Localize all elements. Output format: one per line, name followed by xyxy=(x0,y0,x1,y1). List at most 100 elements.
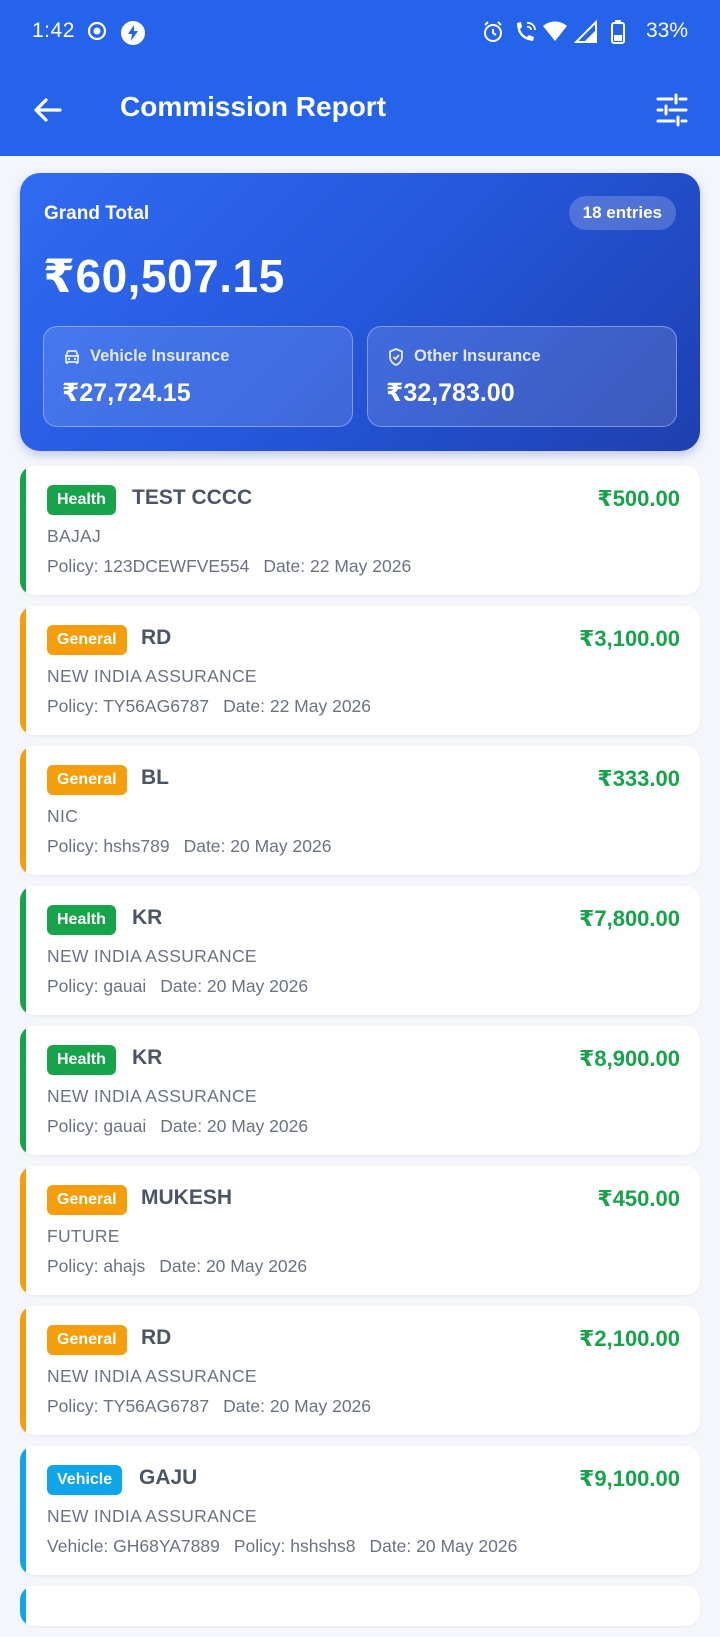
category-tag: General xyxy=(47,1185,127,1215)
customer-name: KR xyxy=(132,906,163,929)
commission-list: Health TEST CCCC ₹500.00 BAJAJ Policy: 1… xyxy=(20,466,700,1637)
vehicle-insurance-label: Vehicle Insurance xyxy=(90,347,230,365)
commission-amount: ₹500.00 xyxy=(597,486,680,511)
battery-icon xyxy=(611,20,625,50)
vehicle-number: Vehicle: GH68YA7889 xyxy=(47,1536,220,1556)
list-item[interactable]: General MUKESH ₹450.00 FUTURE Policy: ah… xyxy=(20,1166,700,1295)
customer-name: TEST CCCC xyxy=(132,486,253,509)
other-insurance-label: Other Insurance xyxy=(414,347,541,365)
list-item[interactable]: General RD ₹3,100.00 NEW INDIA ASSURANCE… xyxy=(20,606,700,735)
entries-count-badge: 18 entries xyxy=(568,196,676,230)
category-tag: General xyxy=(47,625,127,655)
entry-details: Policy: hshs789 Date: 20 May 2026 xyxy=(47,836,345,857)
category-tag: Vehicle xyxy=(47,1465,123,1495)
sync-icon xyxy=(86,20,108,48)
category-tag: General xyxy=(47,765,127,795)
entry-date: Date: 20 May 2026 xyxy=(223,1396,372,1416)
app-bar: 1:42 33% Commission Report xyxy=(0,0,720,156)
policy-number: Policy: ahajs xyxy=(47,1256,146,1276)
category-bar xyxy=(20,1446,26,1575)
tune-icon xyxy=(656,93,688,127)
category-tag: Health xyxy=(47,485,116,515)
customer-name: KR xyxy=(132,1046,163,1069)
category-tag: General xyxy=(47,1325,127,1355)
flash-icon xyxy=(120,20,146,52)
policy-number: Policy: 123DCEWFVE554 xyxy=(47,556,250,576)
category-bar xyxy=(20,746,26,875)
commission-amount: ₹3,100.00 xyxy=(579,626,680,651)
policy-number: Policy: hshs789 xyxy=(47,836,170,856)
commission-amount: ₹7,800.00 xyxy=(579,906,680,931)
policy-number: Policy: TY56AG6787 xyxy=(47,1396,210,1416)
wifi-call-icon xyxy=(512,20,538,50)
entry-date: Date: 20 May 2026 xyxy=(183,836,332,856)
entry-details: Policy: TY56AG6787 Date: 20 May 2026 xyxy=(47,1396,385,1417)
policy-number: Policy: gauai xyxy=(47,1116,147,1136)
entry-date: Date: 20 May 2026 xyxy=(160,1116,309,1136)
filter-button[interactable] xyxy=(654,92,690,128)
commission-amount: ₹333.00 xyxy=(597,766,680,791)
entry-details: Policy: gauai Date: 20 May 2026 xyxy=(47,976,322,997)
policy-number: Policy: hshshs8 xyxy=(233,1536,356,1556)
signal-icon xyxy=(573,19,598,50)
list-item[interactable]: Health KR ₹7,800.00 NEW INDIA ASSURANCE … xyxy=(20,886,700,1015)
status-time: 1:42 xyxy=(32,19,75,42)
customer-name: MUKESH xyxy=(141,1186,233,1209)
back-button[interactable] xyxy=(30,92,66,128)
commission-amount: ₹450.00 xyxy=(597,1186,680,1211)
grand-total-amount: ₹60,507.15 xyxy=(43,250,285,302)
entry-details: Policy: 123DCEWFVE554 Date: 22 May 2026 xyxy=(47,556,425,577)
list-item[interactable]: Health KR ₹8,900.00 NEW INDIA ASSURANCE … xyxy=(20,1026,700,1155)
vehicle-insurance-value: ₹27,724.15 xyxy=(62,379,191,407)
alarm-icon xyxy=(481,20,505,50)
entry-date: Date: 20 May 2026 xyxy=(369,1536,518,1556)
category-bar xyxy=(20,1166,26,1295)
page-title: Commission Report xyxy=(120,91,387,122)
entry-details: Policy: TY56AG6787 Date: 22 May 2026 xyxy=(47,696,385,717)
commission-amount: ₹2,100.00 xyxy=(579,1326,680,1351)
category-bar xyxy=(20,1026,26,1155)
insurer-name: FUTURE xyxy=(47,1226,120,1246)
battery-percent: 33% xyxy=(645,19,688,42)
wifi-icon xyxy=(542,20,568,48)
category-bar xyxy=(20,606,26,735)
customer-name: GAJU xyxy=(139,1466,198,1489)
category-tag: Health xyxy=(47,905,116,935)
commission-amount: ₹9,100.00 xyxy=(579,1466,680,1491)
arrow-left-icon xyxy=(34,98,62,122)
category-bar xyxy=(20,886,26,1015)
entry-details: Vehicle: GH68YA7889 Policy: hshshs8 Date: … xyxy=(47,1536,531,1557)
list-item[interactable]: Health TEST CCCC ₹500.00 BAJAJ Policy: 1… xyxy=(20,466,700,595)
entry-details: Policy: gauai Date: 20 May 2026 xyxy=(47,1116,322,1137)
entry-date: Date: 20 May 2026 xyxy=(159,1256,308,1276)
category-bar xyxy=(20,466,26,595)
commission-amount: ₹8,900.00 xyxy=(579,1046,680,1071)
category-bar xyxy=(20,1306,26,1435)
insurer-name: NEW INDIA ASSURANCE xyxy=(47,946,257,966)
policy-number: Policy: TY56AG6787 xyxy=(47,696,210,716)
customer-name: RD xyxy=(141,626,172,649)
entry-date: Date: 20 May 2026 xyxy=(160,976,309,996)
insurer-name: NEW INDIA ASSURANCE xyxy=(47,1086,257,1106)
policy-number: Policy: gauai xyxy=(47,976,147,996)
insurer-name: NIC xyxy=(47,806,79,826)
car-icon xyxy=(62,347,82,367)
customer-name: BL xyxy=(141,766,169,789)
shield-icon xyxy=(386,347,406,367)
entry-details: Policy: ahajs Date: 20 May 2026 xyxy=(47,1256,321,1277)
vehicle-insurance-card: Vehicle Insurance ₹27,724.15 xyxy=(43,326,353,427)
entry-date: Date: 22 May 2026 xyxy=(263,556,412,576)
grand-total-card: Grand Total 18 entries ₹60,507.15 Vehicl… xyxy=(20,173,700,451)
insurer-name: NEW INDIA ASSURANCE xyxy=(47,1506,257,1526)
grand-total-label: Grand Total xyxy=(44,203,150,224)
list-item[interactable]: Vehicle GAJU ₹9,100.00 NEW INDIA ASSURAN… xyxy=(20,1446,700,1575)
other-insurance-card: Other Insurance ₹32,783.00 xyxy=(367,326,677,427)
entry-date: Date: 22 May 2026 xyxy=(223,696,372,716)
insurer-name: BAJAJ xyxy=(47,526,102,546)
list-item[interactable] xyxy=(20,1586,700,1626)
insurer-name: NEW INDIA ASSURANCE xyxy=(47,666,257,686)
list-item[interactable]: General BL ₹333.00 NIC Policy: hshs789 Da… xyxy=(20,746,700,875)
status-bar: 1:42 33% xyxy=(0,0,720,64)
insurer-name: NEW INDIA ASSURANCE xyxy=(47,1366,257,1386)
list-item[interactable]: General RD ₹2,100.00 NEW INDIA ASSURANCE… xyxy=(20,1306,700,1435)
